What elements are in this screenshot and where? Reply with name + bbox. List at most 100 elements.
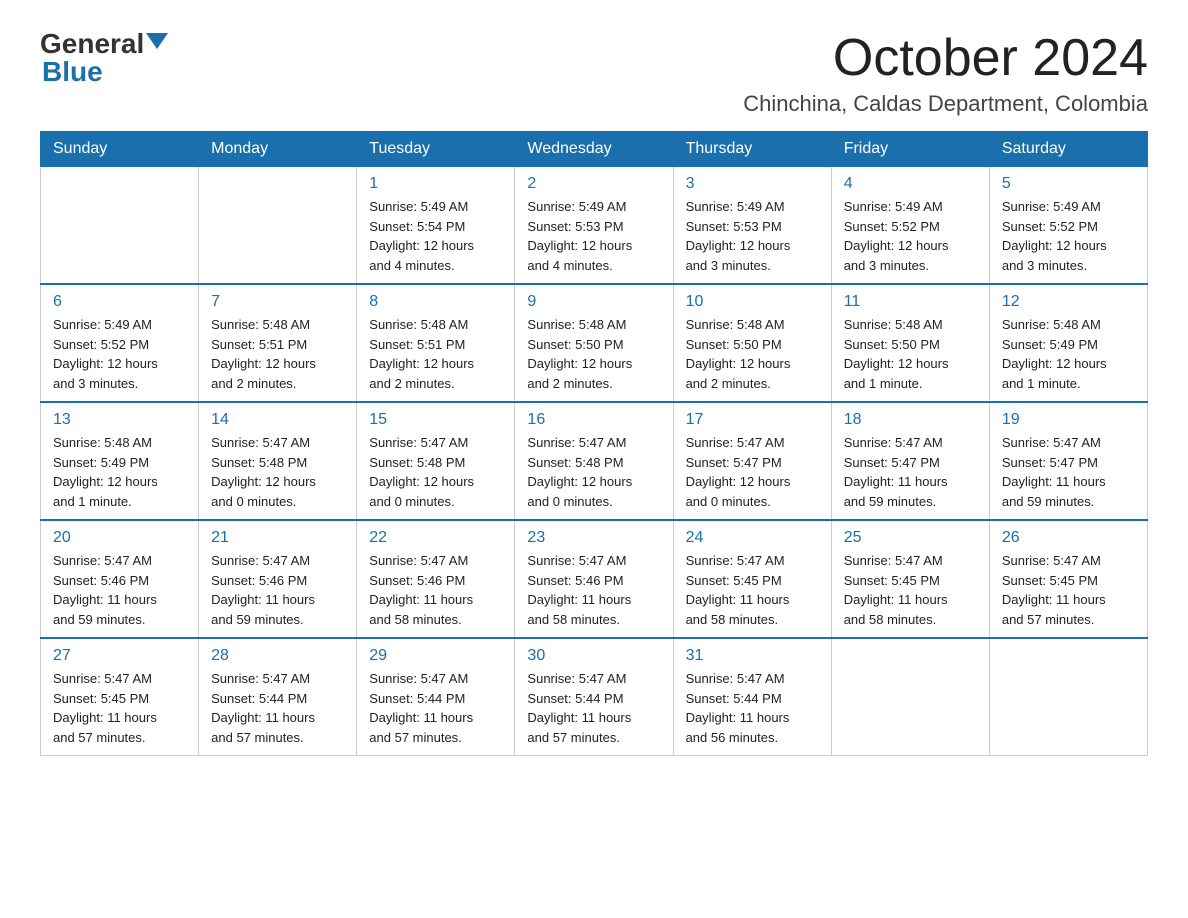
day-info: Sunrise: 5:48 AM Sunset: 5:49 PM Dayligh… bbox=[53, 433, 186, 511]
day-number: 24 bbox=[686, 529, 819, 547]
day-number: 6 bbox=[53, 293, 186, 311]
day-number: 10 bbox=[686, 293, 819, 311]
table-row: 31Sunrise: 5:47 AM Sunset: 5:44 PM Dayli… bbox=[673, 638, 831, 756]
day-info: Sunrise: 5:49 AM Sunset: 5:52 PM Dayligh… bbox=[1002, 197, 1135, 275]
day-number: 11 bbox=[844, 293, 977, 311]
table-row: 16Sunrise: 5:47 AM Sunset: 5:48 PM Dayli… bbox=[515, 402, 673, 520]
calendar-table: Sunday Monday Tuesday Wednesday Thursday… bbox=[40, 131, 1148, 756]
day-number: 15 bbox=[369, 411, 502, 429]
day-info: Sunrise: 5:48 AM Sunset: 5:51 PM Dayligh… bbox=[211, 315, 344, 393]
title-section: October 2024 Chinchina, Caldas Departmen… bbox=[743, 30, 1148, 117]
day-number: 8 bbox=[369, 293, 502, 311]
header-saturday: Saturday bbox=[989, 132, 1147, 167]
day-number: 26 bbox=[1002, 529, 1135, 547]
logo-general-text: General bbox=[40, 30, 144, 58]
table-row: 8 Sunrise: 5:48 AM Sunset: 5:51 PM Daylig… bbox=[357, 284, 515, 402]
table-row: 20Sunrise: 5:47 AM Sunset: 5:46 PM Dayli… bbox=[41, 520, 199, 638]
table-row: 13 Sunrise: 5:48 AM Sunset: 5:49 PM Dayli… bbox=[41, 402, 199, 520]
day-info: Sunrise: 5:49 AM Sunset: 5:52 PM Dayligh… bbox=[53, 315, 186, 393]
table-row bbox=[989, 638, 1147, 756]
table-row: 7 Sunrise: 5:48 AM Sunset: 5:51 PM Daylig… bbox=[199, 284, 357, 402]
day-number: 13 bbox=[53, 411, 186, 429]
day-info: Sunrise: 5:47 AM Sunset: 5:45 PM Dayligh… bbox=[53, 669, 186, 747]
day-number: 18 bbox=[844, 411, 977, 429]
day-info: Sunrise: 5:47 AM Sunset: 5:44 PM Dayligh… bbox=[527, 669, 660, 747]
table-row: 3Sunrise: 5:49 AM Sunset: 5:53 PM Daylig… bbox=[673, 167, 831, 285]
table-row: 9Sunrise: 5:48 AM Sunset: 5:50 PM Daylig… bbox=[515, 284, 673, 402]
day-info: Sunrise: 5:47 AM Sunset: 5:46 PM Dayligh… bbox=[369, 551, 502, 629]
calendar-week-row: 6 Sunrise: 5:49 AM Sunset: 5:52 PM Daylig… bbox=[41, 284, 1148, 402]
logo-blue-text: Blue bbox=[42, 58, 103, 86]
table-row: 25Sunrise: 5:47 AM Sunset: 5:45 PM Dayli… bbox=[831, 520, 989, 638]
day-info: Sunrise: 5:47 AM Sunset: 5:46 PM Dayligh… bbox=[211, 551, 344, 629]
day-number: 22 bbox=[369, 529, 502, 547]
table-row: 6 Sunrise: 5:49 AM Sunset: 5:52 PM Daylig… bbox=[41, 284, 199, 402]
day-info: Sunrise: 5:47 AM Sunset: 5:47 PM Dayligh… bbox=[844, 433, 977, 511]
table-row: 15 Sunrise: 5:47 AM Sunset: 5:48 PM Dayli… bbox=[357, 402, 515, 520]
day-info: Sunrise: 5:47 AM Sunset: 5:48 PM Dayligh… bbox=[527, 433, 660, 511]
day-number: 30 bbox=[527, 647, 660, 665]
calendar-week-row: 27Sunrise: 5:47 AM Sunset: 5:45 PM Dayli… bbox=[41, 638, 1148, 756]
day-info: Sunrise: 5:48 AM Sunset: 5:49 PM Dayligh… bbox=[1002, 315, 1135, 393]
day-info: Sunrise: 5:47 AM Sunset: 5:45 PM Dayligh… bbox=[844, 551, 977, 629]
day-info: Sunrise: 5:47 AM Sunset: 5:45 PM Dayligh… bbox=[1002, 551, 1135, 629]
day-info: Sunrise: 5:48 AM Sunset: 5:51 PM Dayligh… bbox=[369, 315, 502, 393]
day-info: Sunrise: 5:47 AM Sunset: 5:48 PM Dayligh… bbox=[369, 433, 502, 511]
day-number: 14 bbox=[211, 411, 344, 429]
table-row: 10 Sunrise: 5:48 AM Sunset: 5:50 PM Dayli… bbox=[673, 284, 831, 402]
day-info: Sunrise: 5:47 AM Sunset: 5:47 PM Dayligh… bbox=[686, 433, 819, 511]
table-row: 19Sunrise: 5:47 AM Sunset: 5:47 PM Dayli… bbox=[989, 402, 1147, 520]
calendar-week-row: 20 Sunrise: 5:47 AM Sunset: 5:46 PM Dayli… bbox=[41, 520, 1148, 638]
day-info: Sunrise: 5:47 AM Sunset: 5:44 PM Dayligh… bbox=[211, 669, 344, 747]
table-row: 22 Sunrise: 5:47 AM Sunset: 5:46 PM Dayli… bbox=[357, 520, 515, 638]
page-header: General Blue October 2024 Chinchina, Cal… bbox=[40, 30, 1148, 117]
location-title: Chinchina, Caldas Department, Colombia bbox=[743, 91, 1148, 117]
day-number: 20 bbox=[53, 529, 186, 547]
table-row bbox=[199, 167, 357, 285]
day-info: Sunrise: 5:49 AM Sunset: 5:53 PM Dayligh… bbox=[686, 197, 819, 275]
table-row: 27Sunrise: 5:47 AM Sunset: 5:45 PM Dayli… bbox=[41, 638, 199, 756]
header-wednesday: Wednesday bbox=[515, 132, 673, 167]
day-number: 28 bbox=[211, 647, 344, 665]
table-row: 14 Sunrise: 5:47 AM Sunset: 5:48 PM Dayli… bbox=[199, 402, 357, 520]
table-row: 4Sunrise: 5:49 AM Sunset: 5:52 PM Daylig… bbox=[831, 167, 989, 285]
day-number: 7 bbox=[211, 293, 344, 311]
day-number: 1 bbox=[369, 175, 502, 193]
day-info: Sunrise: 5:47 AM Sunset: 5:45 PM Dayligh… bbox=[686, 551, 819, 629]
day-info: Sunrise: 5:48 AM Sunset: 5:50 PM Dayligh… bbox=[686, 315, 819, 393]
day-number: 5 bbox=[1002, 175, 1135, 193]
table-row bbox=[41, 167, 199, 285]
table-row: 1 Sunrise: 5:49 AM Sunset: 5:54 PM Daylig… bbox=[357, 167, 515, 285]
header-friday: Friday bbox=[831, 132, 989, 167]
logo-triangle-icon bbox=[146, 33, 168, 49]
day-info: Sunrise: 5:47 AM Sunset: 5:44 PM Dayligh… bbox=[369, 669, 502, 747]
calendar-week-row: 1 Sunrise: 5:49 AM Sunset: 5:54 PM Daylig… bbox=[41, 167, 1148, 285]
day-number: 29 bbox=[369, 647, 502, 665]
day-info: Sunrise: 5:47 AM Sunset: 5:48 PM Dayligh… bbox=[211, 433, 344, 511]
header-sunday: Sunday bbox=[41, 132, 199, 167]
table-row: 24 Sunrise: 5:47 AM Sunset: 5:45 PM Dayli… bbox=[673, 520, 831, 638]
day-info: Sunrise: 5:47 AM Sunset: 5:46 PM Dayligh… bbox=[527, 551, 660, 629]
day-info: Sunrise: 5:48 AM Sunset: 5:50 PM Dayligh… bbox=[527, 315, 660, 393]
day-info: Sunrise: 5:48 AM Sunset: 5:50 PM Dayligh… bbox=[844, 315, 977, 393]
table-row: 30 Sunrise: 5:47 AM Sunset: 5:44 PM Dayli… bbox=[515, 638, 673, 756]
day-number: 19 bbox=[1002, 411, 1135, 429]
day-info: Sunrise: 5:49 AM Sunset: 5:52 PM Dayligh… bbox=[844, 197, 977, 275]
day-number: 21 bbox=[211, 529, 344, 547]
month-title: October 2024 bbox=[743, 30, 1148, 87]
table-row: 18 Sunrise: 5:47 AM Sunset: 5:47 PM Dayli… bbox=[831, 402, 989, 520]
calendar-week-row: 13 Sunrise: 5:48 AM Sunset: 5:49 PM Dayli… bbox=[41, 402, 1148, 520]
day-number: 17 bbox=[686, 411, 819, 429]
table-row: 5 Sunrise: 5:49 AM Sunset: 5:52 PM Daylig… bbox=[989, 167, 1147, 285]
day-info: Sunrise: 5:49 AM Sunset: 5:54 PM Dayligh… bbox=[369, 197, 502, 275]
day-number: 31 bbox=[686, 647, 819, 665]
table-row: 23 Sunrise: 5:47 AM Sunset: 5:46 PM Dayli… bbox=[515, 520, 673, 638]
day-number: 23 bbox=[527, 529, 660, 547]
header-tuesday: Tuesday bbox=[357, 132, 515, 167]
day-number: 12 bbox=[1002, 293, 1135, 311]
header-monday: Monday bbox=[199, 132, 357, 167]
table-row: 21 Sunrise: 5:47 AM Sunset: 5:46 PM Dayli… bbox=[199, 520, 357, 638]
table-row: 29 Sunrise: 5:47 AM Sunset: 5:44 PM Dayli… bbox=[357, 638, 515, 756]
day-info: Sunrise: 5:49 AM Sunset: 5:53 PM Dayligh… bbox=[527, 197, 660, 275]
table-row bbox=[831, 638, 989, 756]
